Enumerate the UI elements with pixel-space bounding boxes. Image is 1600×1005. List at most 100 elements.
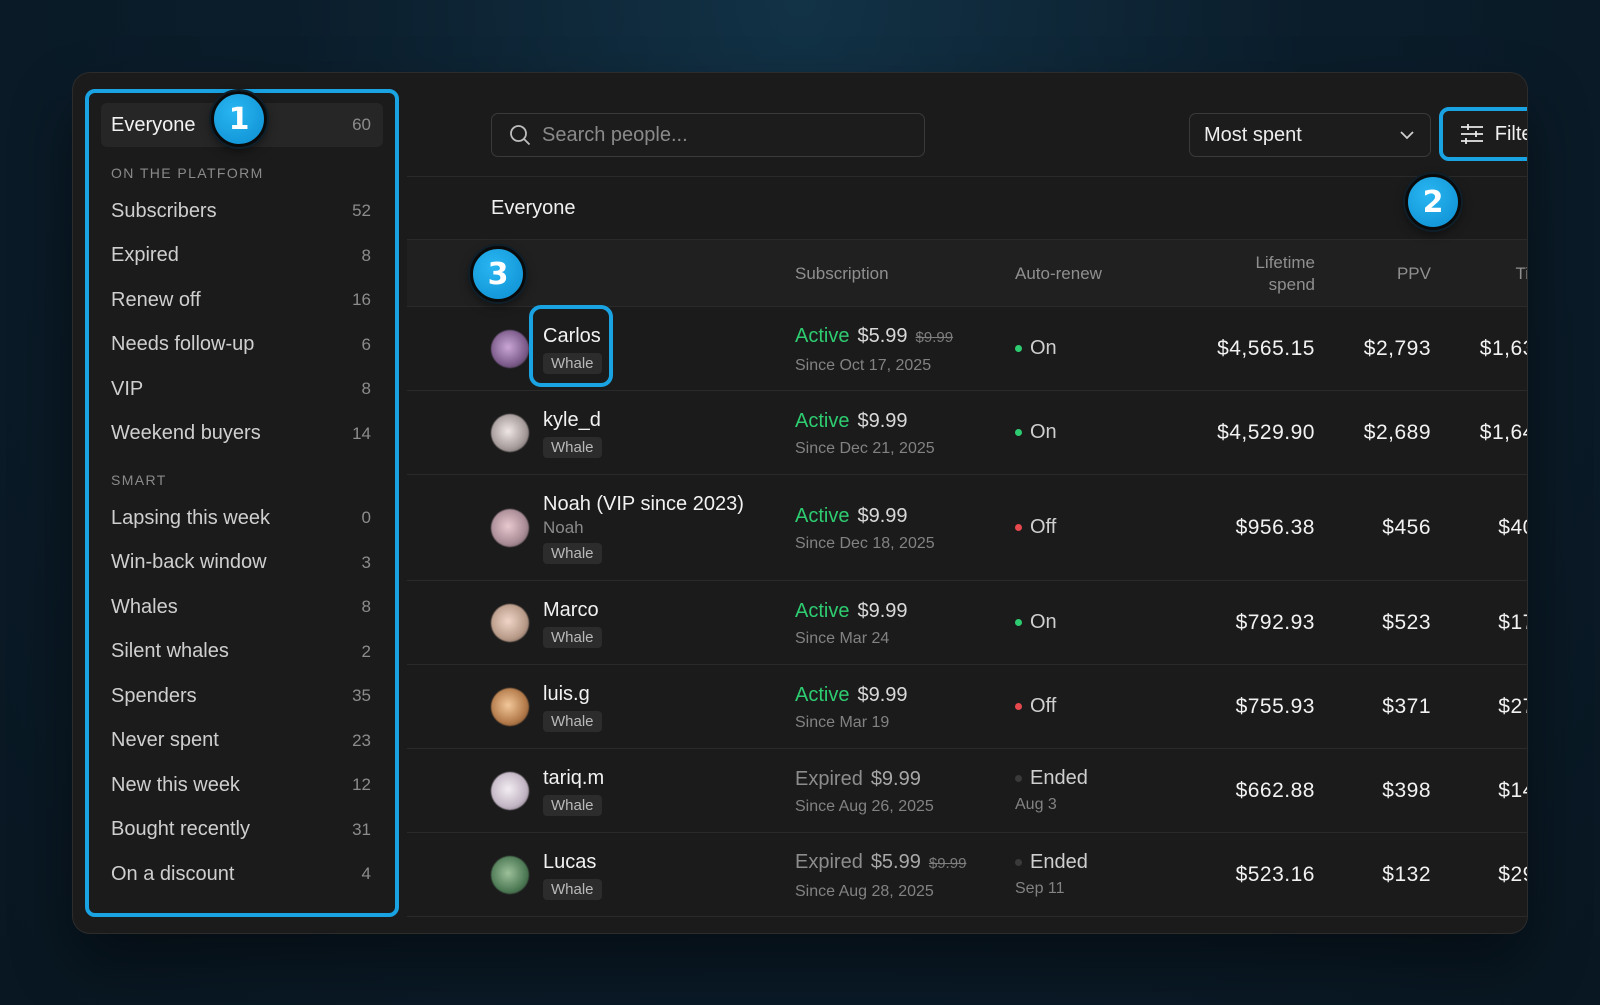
fan-name[interactable]: Noah (VIP since 2023) [543,491,744,517]
autorenew-cell: On [1015,391,1165,474]
avatar[interactable] [491,508,529,547]
sidebar-item-subscribers[interactable]: Subscribers 52 [101,189,383,234]
avatar-cell [491,391,531,474]
table-row[interactable]: Noah (VIP since 2023) Noah Whale Active $9.9… [407,475,1527,581]
table-row[interactable]: Lucas Whale Expired $5.99 $9.99 Since Aug 28,… [407,833,1527,917]
toolbar: Most spent Filters [407,73,1527,177]
sidebar-item-count: 8 [361,379,371,399]
tips-spend: $295 [1498,862,1527,886]
avatar-cell [491,749,531,832]
highlight-fan-name [529,305,613,387]
autorenew-label: Ended [1030,851,1088,873]
subscription-price: $9.99 [857,683,908,706]
lifetime-spend: $662.88 [1235,778,1315,802]
table-row[interactable]: luis.g Whale Active $9.99 Since Mar 19 Off $75… [407,665,1527,749]
autorenew-status[interactable]: Off [1015,516,1056,539]
fan-name[interactable]: luis.g [543,681,590,707]
sidebar-item-vip[interactable]: VIP 8 [101,367,383,412]
subscription-line: Active $9.99 [795,598,908,624]
lifetime-spend: $4,565.15 [1217,336,1315,360]
sidebar-item-needs-follow-up[interactable]: Needs follow-up 6 [101,323,383,368]
sidebar-item-weekend-buyers[interactable]: Weekend buyers 14 [101,412,383,457]
subscription-line: Active $9.99 [795,682,908,708]
autorenew-cell: Off [1015,665,1165,748]
sidebar-item-label: Everyone [111,113,196,136]
ppv-spend: $2,689 [1363,420,1431,444]
avatar[interactable] [491,771,529,810]
subscription-status: Expired [795,850,863,873]
column-header-tips[interactable]: Tips [1447,240,1528,308]
subscription-cell: Active $9.99 Since Mar 24 [795,581,1005,664]
autorenew-status[interactable]: On [1015,337,1057,360]
filters-button[interactable]: Filters [1439,107,1527,161]
sidebar-item-count: 35 [352,686,371,706]
autorenew-status[interactable]: Ended [1015,851,1088,874]
avatar[interactable] [491,687,529,726]
sidebar-item-count: 52 [352,201,371,221]
ppv-spend: $456 [1382,515,1431,539]
column-header-ppv[interactable]: PPV [1337,240,1431,308]
autorenew-status[interactable]: Ended [1015,767,1088,790]
autorenew-status[interactable]: Off [1015,695,1056,718]
sidebar-item-never-spent[interactable]: Never spent 23 [101,719,383,764]
tips-spend: $145 [1498,778,1527,802]
subscription-price: $5.99 [870,850,921,873]
sidebar-item-whales[interactable]: Whales 8 [101,585,383,630]
avatar[interactable] [491,603,529,642]
status-dot-icon [1015,775,1022,782]
ppv-spend: $132 [1382,862,1431,886]
sidebar-item-win-back-window[interactable]: Win-back window 3 [101,541,383,586]
avatar[interactable] [491,413,529,452]
fan-tag: Whale [543,879,602,900]
sidebar-item-count: 6 [361,334,371,354]
tips-spend: $400 [1498,515,1527,539]
sliders-icon [1460,124,1483,144]
avatar-cell [491,475,531,580]
table-row[interactable]: kyle_d Whale Active $9.99 Since Dec 21, 2025… [407,391,1527,475]
subscription-cell: Expired $5.99 $9.99 Since Aug 28, 2025 [795,833,1005,916]
tag-wrap: Whale [543,623,602,648]
autorenew-status[interactable]: On [1015,611,1057,634]
table-row[interactable]: Marco Whale Active $9.99 Since Mar 24 On $792.… [407,581,1527,665]
fan-name[interactable]: Marco [543,597,599,623]
subscription-cell: Expired $9.99 Since Aug 26, 2025 [795,749,1005,832]
sidebar-item-label: Spenders [111,684,197,707]
sidebar-item-count: 8 [361,597,371,617]
sidebar-item-renew-off[interactable]: Renew off 16 [101,278,383,323]
avatar[interactable] [491,855,529,894]
sidebar-item-new-this-week[interactable]: New this week 12 [101,763,383,808]
search-box[interactable] [491,113,925,157]
table-title: Everyone [491,196,576,219]
subscription-line: Active $5.99 $9.99 [795,323,953,351]
ppv-spend: $398 [1382,778,1431,802]
avatar[interactable] [491,329,529,368]
fan-name[interactable]: Lucas [543,849,596,875]
subscription-cell: Active $9.99 Since Mar 19 [795,665,1005,748]
search-input[interactable] [542,123,902,147]
autorenew-status[interactable]: On [1015,421,1057,444]
fan-name[interactable]: tariq.m [543,765,604,791]
sidebar-item-silent-whales[interactable]: Silent whales 2 [101,630,383,675]
sidebar-item-lapsing-this-week[interactable]: Lapsing this week 0 [101,496,383,541]
fan-name[interactable]: kyle_d [543,407,601,433]
sidebar-section-platform: ON THE PLATFORM [111,165,264,181]
subscription-status: Active [795,324,850,347]
autorenew-label: Off [1030,695,1057,717]
fan-cell: Marco Whale [543,581,783,664]
sidebar-item-expired[interactable]: Expired 8 [101,234,383,279]
table-row[interactable]: tariq.m Whale Expired $9.99 Since Aug 26, 20… [407,749,1527,833]
lifetime-spend: $956.38 [1235,515,1315,539]
sidebar-item-on-a-discount[interactable]: On a discount 4 [101,852,383,897]
sort-dropdown[interactable]: Most spent [1189,113,1431,157]
column-header-subscription[interactable]: Subscription [795,240,889,308]
sidebar-item-bought-recently[interactable]: Bought recently 31 [101,808,383,853]
sidebar-item-label: Expired [111,244,179,267]
subscription-since: Since Aug 26, 2025 [795,797,934,815]
sidebar-item-count: 60 [352,115,371,134]
fan-cell: kyle_d Whale [543,391,783,474]
sidebar-section-smart: SMART [111,472,167,488]
column-header-autorenew[interactable]: Auto-renew [1015,240,1102,308]
column-header-lifetime-spend[interactable]: Lifetime spend [1167,240,1315,308]
sidebar-item-spenders[interactable]: Spenders 35 [101,674,383,719]
subscription-cell: Active $9.99 Since Dec 21, 2025 [795,391,1005,474]
